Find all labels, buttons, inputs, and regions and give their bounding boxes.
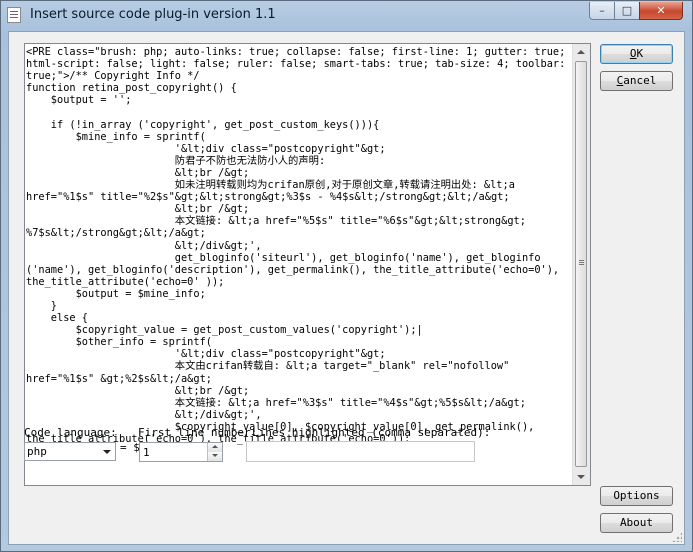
code-language-select[interactable]: php: [24, 442, 116, 461]
first-line-stepper[interactable]: [139, 442, 223, 462]
dialog-window: Insert source code plug-in version 1.1 –…: [0, 0, 693, 552]
code-language-label: Code language:: [24, 426, 117, 439]
minimize-button[interactable]: –: [589, 2, 615, 20]
options-button[interactable]: Options: [600, 486, 673, 506]
scroll-up-arrow-icon[interactable]: [577, 50, 585, 54]
lines-highlighted-label: Lines highlighted (comma separated):: [252, 426, 491, 439]
maximize-button[interactable]: □: [614, 2, 640, 20]
close-button[interactable]: ✕: [639, 2, 683, 20]
resize-grip-icon[interactable]: [672, 532, 682, 542]
first-line-number-label: First line number:: [138, 426, 258, 439]
code-text[interactable]: <PRE class="brush: php; auto-links: true…: [25, 46, 575, 484]
cancel-label-rest: ancel: [623, 74, 657, 87]
code-overlap-fragment: = $: [120, 441, 140, 454]
lines-highlighted-input[interactable]: [246, 441, 475, 462]
dialog-client-area: <PRE class="brush: php; auto-links: true…: [8, 31, 685, 545]
ok-mnemonic: O: [629, 47, 637, 60]
decrement-arrow-icon[interactable]: [208, 452, 222, 461]
thumb-grip-icon: [579, 260, 584, 261]
cancel-button[interactable]: Cancel: [600, 71, 673, 91]
vertical-scrollbar[interactable]: [572, 44, 590, 485]
first-line-input[interactable]: [141, 444, 209, 460]
app-document-icon: [7, 7, 21, 23]
chevron-down-icon[interactable]: [103, 450, 111, 454]
scrollbar-thumb[interactable]: [575, 61, 587, 467]
scroll-down-arrow-icon[interactable]: [577, 475, 585, 479]
code-language-value: php: [27, 445, 47, 458]
title-bar[interactable]: Insert source code plug-in version 1.1 –…: [1, 1, 692, 31]
window-title: Insert source code plug-in version 1.1: [30, 7, 276, 22]
stepper-buttons: [207, 443, 222, 461]
about-button[interactable]: About: [600, 513, 673, 533]
ok-button[interactable]: OK: [600, 44, 673, 64]
ok-label-rest: K: [636, 47, 644, 60]
code-editor[interactable]: <PRE class="brush: php; auto-links: true…: [24, 43, 591, 486]
